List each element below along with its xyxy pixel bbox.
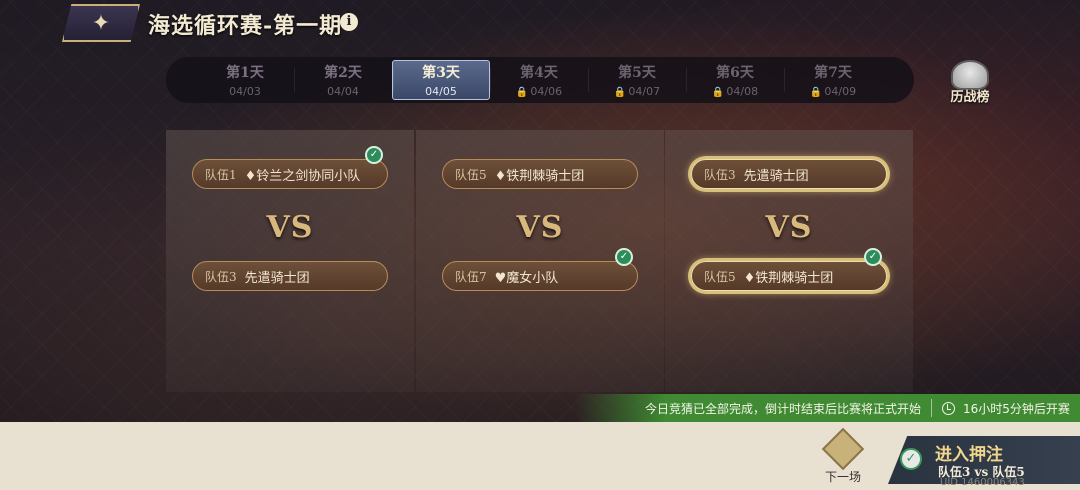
tab-day-1[interactable]: 第1天 04/03 (196, 60, 294, 100)
page-title: 海选循环赛-第一期 (148, 13, 343, 39)
team-slot[interactable]: 队伍1 ♦铃兰之剑协同小队 (192, 159, 388, 189)
team-slot[interactable]: 队伍5 ♦铁荆棘骑士团 (442, 159, 638, 189)
tab-day-6[interactable]: 第6天 🔒 04/08 (686, 60, 784, 100)
lock-icon: 🔒 (613, 87, 627, 98)
check-icon: ✓ (900, 448, 922, 470)
countdown-text: 16小时5分钟后开赛 (963, 401, 1070, 416)
team-slot[interactable]: 队伍5 ♦铁荆棘骑士团 (691, 261, 887, 291)
match-card-2: 队伍5 ♦铁荆棘骑士团 VS 队伍7 ♥魔女小队 ✓ (416, 130, 664, 392)
next-match-button[interactable]: 下一场 (820, 427, 866, 484)
team-slot[interactable]: 队伍7 ♥魔女小队 (442, 261, 638, 291)
match-card-3: 队伍3 先遣骑士团 VS 队伍5 ♦铁荆棘骑士团 ✓ (665, 130, 913, 392)
uid-label: UID 1460006343 (940, 477, 1025, 488)
team-slot[interactable]: 队伍3 先遣骑士团 (691, 159, 887, 189)
diamond-icon (821, 427, 865, 471)
tab-day-5[interactable]: 第5天 🔒 04/07 (588, 60, 686, 100)
match-card-1: 队伍1 ♦铃兰之剑协同小队 ✓ VS 队伍3 先遣骑士团 (166, 130, 414, 392)
back-arrow-icon: ✦ (91, 10, 111, 36)
tab-day-3[interactable]: 第3天 04/05 (392, 60, 490, 100)
lock-icon: 🔒 (711, 87, 725, 98)
check-icon: ✓ (615, 248, 633, 266)
clock-icon (942, 401, 956, 415)
history-ranking-button[interactable]: 历战榜 (942, 60, 998, 108)
vs-label: VS (266, 210, 314, 245)
vs-label: VS (516, 210, 564, 245)
status-notice: 今日竞猜已全部完成，倒计时结束后比赛将正式开始 16小时5分钟后开赛 (575, 394, 1080, 422)
day-tabs: 第1天 04/03 第2天 04/04 第3天 04/05 第4天 🔒 04/06… (166, 57, 914, 103)
lock-icon: 🔒 (809, 87, 823, 98)
tab-day-4[interactable]: 第4天 🔒 04/06 (490, 60, 588, 100)
back-button[interactable]: ✦ (62, 4, 140, 42)
check-icon: ✓ (864, 248, 882, 266)
info-icon[interactable]: i (340, 13, 358, 31)
team-slot[interactable]: 队伍3 先遣骑士团 (192, 261, 388, 291)
tab-day-2[interactable]: 第2天 04/04 (294, 60, 392, 100)
tab-day-7[interactable]: 第7天 🔒 04/09 (784, 60, 882, 100)
vs-label: VS (765, 210, 813, 245)
lock-icon: 🔒 (515, 87, 529, 98)
check-icon: ✓ (365, 146, 383, 164)
